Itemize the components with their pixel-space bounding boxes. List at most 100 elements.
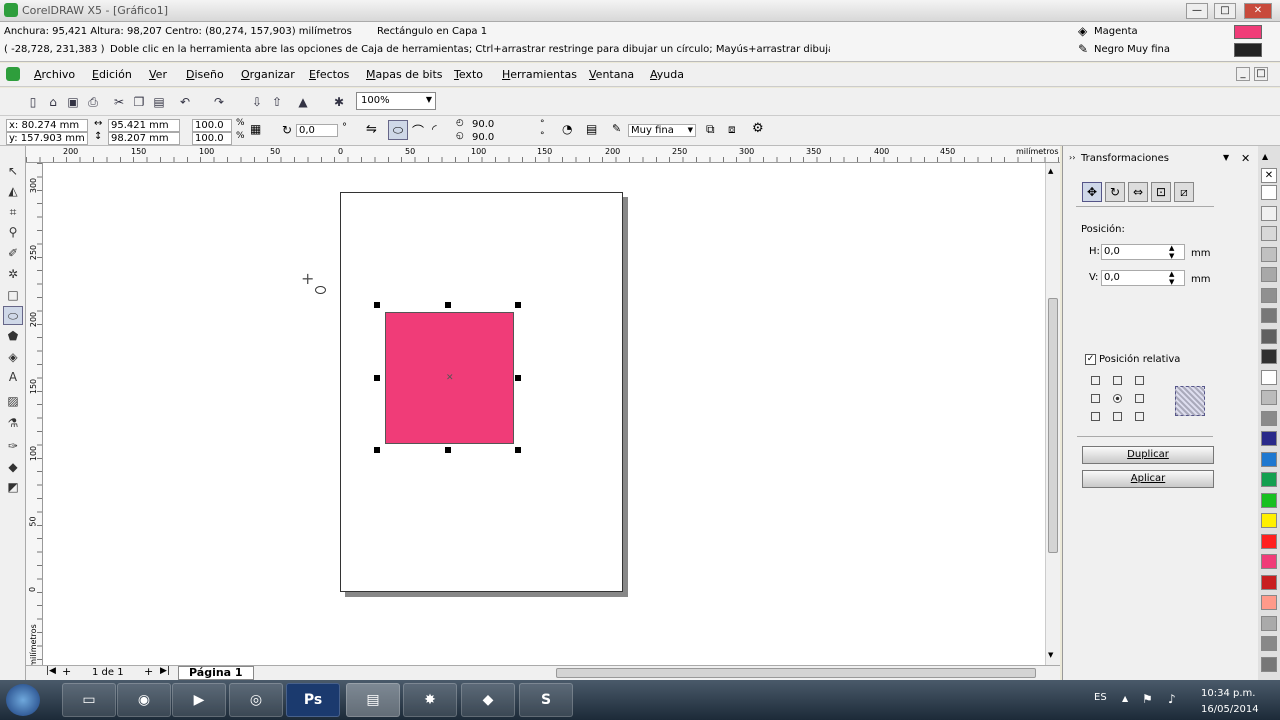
palette-swatch[interactable] [1261,205,1277,221]
add-page-after-icon[interactable]: + [144,665,153,678]
selection-handle[interactable] [374,447,380,453]
palette-swatch[interactable] [1261,369,1277,385]
palette-swatch[interactable] [1261,595,1277,610]
docker-expand-icon[interactable]: ›› [1069,153,1075,162]
selection-handle[interactable] [515,447,521,453]
polygon-tool-icon[interactable]: ⬟ [3,327,23,346]
page-tab[interactable]: Página 1 [178,666,254,680]
menu-archivo[interactable]: Archivo [34,68,75,81]
outline-width-select[interactable]: Muy fina ▼ [628,124,696,137]
fill-tool-icon[interactable]: ◆ [3,458,23,477]
relative-corner-icon[interactable]: ◔ [562,122,572,136]
palette-swatch[interactable] [1261,185,1277,200]
cut-icon[interactable]: ✂ [110,92,128,110]
explorer-taskbar-icon[interactable]: ▭ [62,683,116,717]
palette-swatch[interactable] [1261,308,1277,323]
palette-swatch[interactable] [1261,636,1277,651]
to-front-icon[interactable]: ⧉ [706,122,715,137]
anchor-checkbox[interactable] [1135,376,1144,385]
menu-efectos[interactable]: Efectos [309,68,349,81]
blend-tool-icon[interactable]: ▨ [3,392,23,411]
menu-diseno[interactable]: Diseño [186,68,224,81]
skew-tab-icon[interactable]: ⧄ [1174,182,1194,202]
smart-fill-tool-icon[interactable]: ✲ [3,265,23,284]
palette-swatch[interactable] [1261,287,1277,303]
corel-capture-taskbar-icon[interactable]: ✸ [403,683,457,717]
chrome-taskbar-icon[interactable]: ◎ [229,683,283,717]
shape-tool-icon[interactable]: ◭ [3,182,23,201]
scrollbar-thumb[interactable] [1048,298,1058,553]
wrap-text-icon[interactable]: ▤ [586,122,597,136]
minimize-button[interactable]: — [1186,3,1208,19]
scale-mirror-tab-icon[interactable]: ⇔ [1128,182,1148,202]
v-spinner-icon[interactable]: ▲ ▼ [1169,270,1174,286]
duplicate-button[interactable]: Duplicar [1082,446,1214,464]
crop-tool-icon[interactable]: ⌗ [3,203,23,222]
relative-position-checkbox[interactable]: ✓ [1085,354,1096,365]
size-tab-icon[interactable]: ⊡ [1151,182,1171,202]
anchor-checkbox[interactable] [1091,412,1100,421]
interactive-fill-tool-icon[interactable]: ◩ [3,478,23,497]
doc-restore-button[interactable]: □ [1254,67,1268,81]
palette-swatch[interactable] [1261,451,1277,467]
y-position-field[interactable]: y: 157.903 mm [6,132,88,145]
eyedropper-tool-icon[interactable]: ⚗ [3,414,23,433]
redo-icon[interactable]: ↷ [210,92,228,110]
undo-icon[interactable]: ↶ [176,92,194,110]
vertical-ruler[interactable]: 300 250 200 150 100 50 0 milímetros [26,163,43,665]
network-icon[interactable]: ⚑ [1142,692,1153,706]
selection-handle[interactable] [515,302,521,308]
anchor-checkbox[interactable] [1113,412,1122,421]
convert-to-curves-icon[interactable]: ⚙ [752,121,764,136]
welcome-screen-icon[interactable]: ✱ [330,92,348,110]
selection-handle[interactable] [515,375,521,381]
x-position-field[interactable]: x: 80.274 mm [6,119,88,132]
palette-swatch[interactable] [1261,410,1277,426]
docker-close-icon[interactable]: ✕ [1241,152,1250,165]
height-field[interactable]: 98.207 mm [108,132,180,145]
copy-icon[interactable]: ❐ [130,92,148,110]
media-taskbar-icon[interactable]: ▶ [172,683,226,717]
magenta-rectangle[interactable]: ✕ [385,312,514,444]
new-document-icon[interactable]: ▯ [24,92,42,110]
add-page-before-icon[interactable]: + [62,665,71,678]
docker-options-icon[interactable]: ▼ [1223,153,1229,162]
import-icon[interactable]: ⇩ [248,92,266,110]
close-button[interactable]: ✕ [1244,3,1272,19]
menu-herramientas[interactable]: Herramientas [502,68,577,81]
coreldraw-taskbar-icon[interactable]: ▤ [346,683,400,717]
anchor-checkbox[interactable] [1091,376,1100,385]
palette-swatch[interactable] [1261,554,1277,569]
rectangle-tool-icon[interactable]: □ [3,286,23,305]
corner-bottom-value[interactable]: 90.0 [472,132,494,143]
publish-icon[interactable]: ▲ [294,92,312,110]
palette-scroll-up-icon[interactable]: ▲ [1262,152,1268,161]
no-color-swatch[interactable]: ✕ [1261,168,1277,183]
tray-expand-icon[interactable]: ▲ [1122,694,1128,703]
anchor-point-grid[interactable] [1091,376,1151,426]
menu-organizar[interactable]: Organizar [241,68,295,81]
palette-swatch[interactable] [1261,615,1277,631]
text-tool-icon[interactable]: A [3,368,23,387]
freehand-tool-icon[interactable]: ✐ [3,244,23,263]
palette-swatch[interactable] [1261,349,1277,364]
menu-texto[interactable]: Texto [454,68,483,81]
corel-photo-taskbar-icon[interactable]: ◆ [461,683,515,717]
save-icon[interactable]: ▣ [64,92,82,110]
menu-edicion[interactable]: Edición [92,68,132,81]
outline-swatch[interactable] [1234,43,1262,57]
selection-handle[interactable] [445,302,451,308]
chamfer-corner-icon[interactable]: ◜ [432,122,437,136]
round-corner-icon[interactable]: ⬭ [388,120,408,140]
position-tab-icon[interactable]: ✥ [1082,182,1102,202]
zoom-tool-icon[interactable]: ⚲ [3,223,23,242]
palette-swatch[interactable] [1261,513,1277,528]
maximize-button[interactable]: □ [1214,3,1236,19]
paste-icon[interactable]: ▤ [150,92,168,110]
photoshop-taskbar-icon[interactable]: Ps [286,683,340,717]
palette-swatch[interactable] [1261,246,1277,262]
palette-swatch[interactable] [1261,656,1277,672]
clock-date[interactable]: 16/05/2014 [1201,704,1259,715]
export-icon[interactable]: ⇧ [268,92,286,110]
corner-top-value[interactable]: 90.0 [472,119,494,130]
